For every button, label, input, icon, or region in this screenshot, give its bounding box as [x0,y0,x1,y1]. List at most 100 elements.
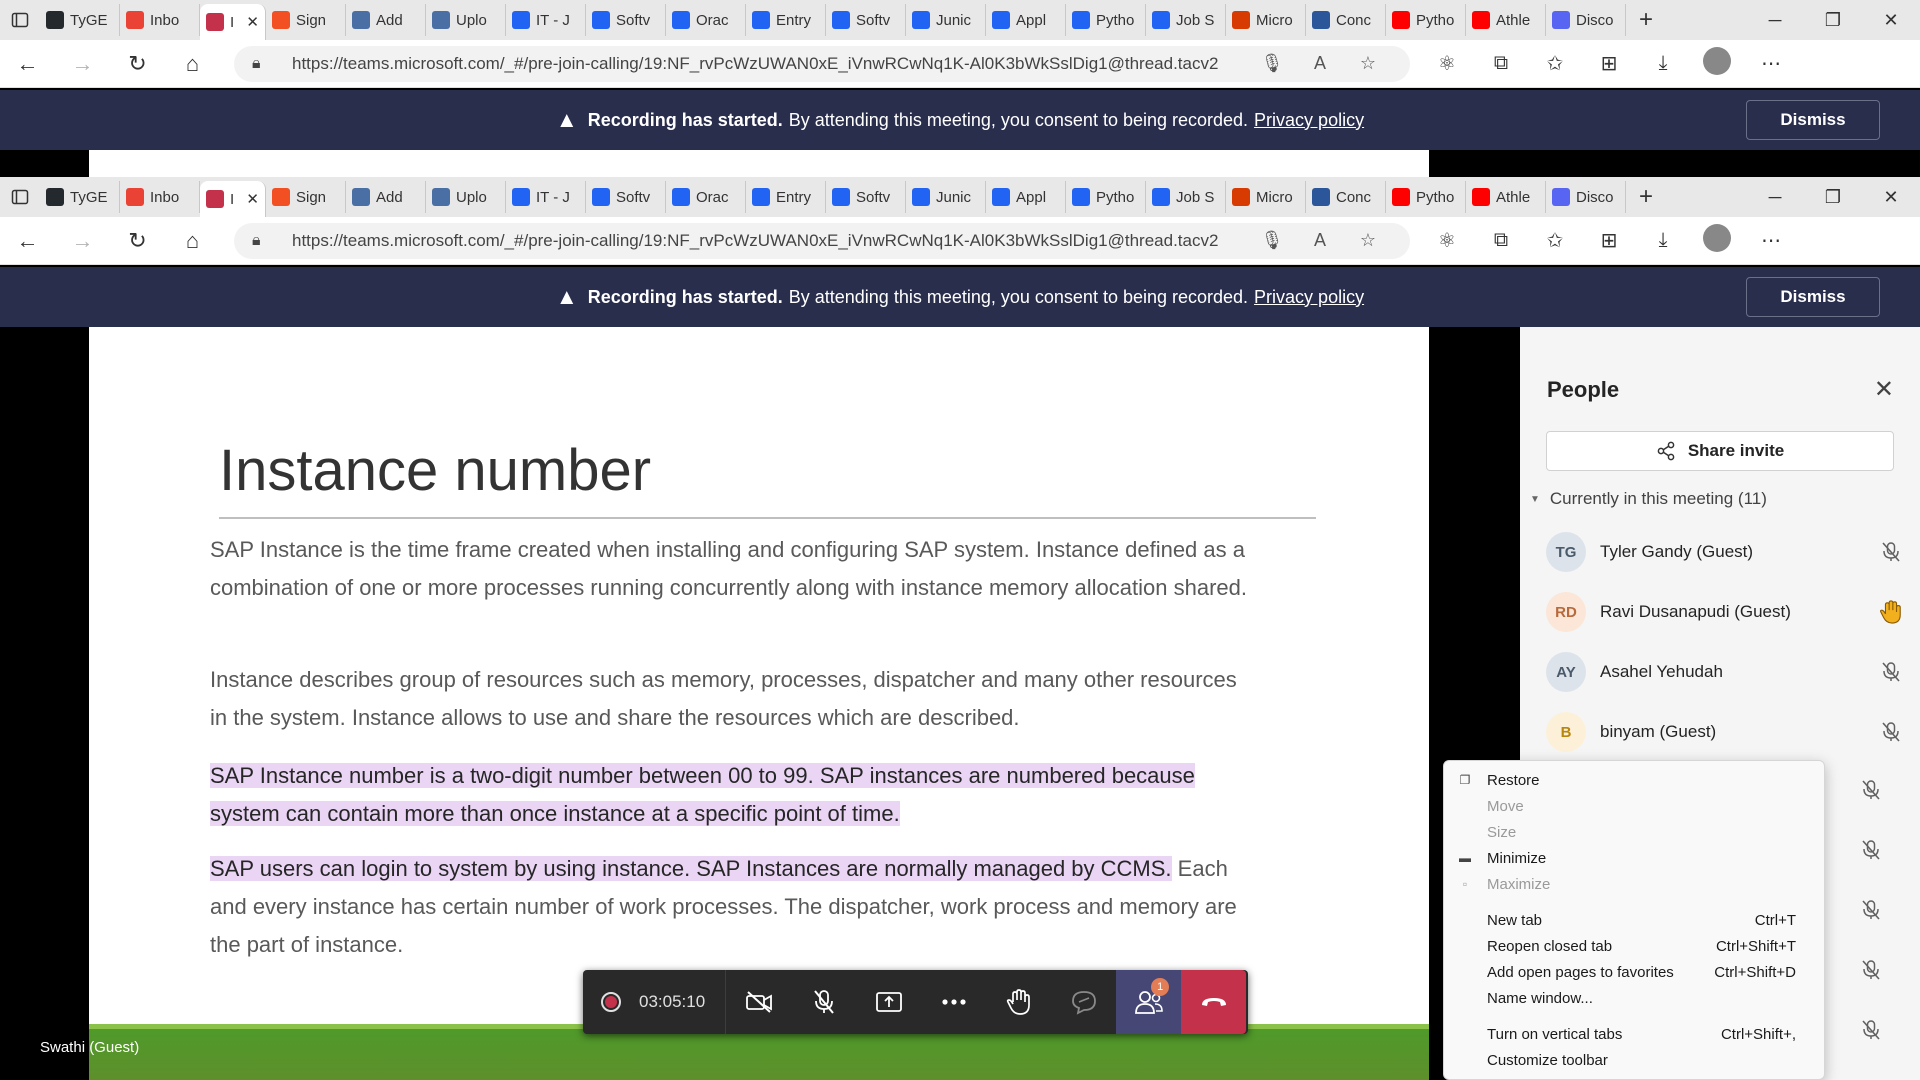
close-tab-icon[interactable]: ✕ [246,190,259,208]
browser-tab[interactable]: Pytho [1066,4,1146,36]
forward-button[interactable]: → [55,40,110,88]
browser-tab[interactable]: I ✕ [200,181,266,217]
more-menu-icon[interactable]: ⋯ [1744,51,1798,76]
extensions-icon[interactable]: ⧉ [1474,229,1528,252]
menu-item-minimize[interactable]: ▬ Minimize [1444,845,1824,871]
back-button[interactable]: ← [0,217,55,265]
menu-item-new-tab[interactable]: New tab Ctrl+T [1444,907,1824,933]
forward-button[interactable]: → [55,217,110,265]
raise-hand-button[interactable] [986,970,1051,1034]
browser-tab[interactable]: IT - J [506,181,586,213]
more-menu-icon[interactable]: ⋯ [1744,228,1798,253]
participant-row[interactable]: B binyam (Guest) [1546,710,1906,754]
url-field[interactable]: 🔒︎ https://teams.microsoft.com/_#/pre-jo… [234,222,1410,259]
extensions-icon[interactable]: ⧉ [1474,52,1528,75]
menu-item-vertical-tabs[interactable]: Turn on vertical tabs Ctrl+Shift+, [1444,1021,1824,1047]
menu-item-customize-toolbar[interactable]: Customize toolbar [1444,1047,1824,1073]
participants-section-header[interactable]: ▼ Currently in this meeting (11) [1530,489,1767,509]
browser-tab[interactable]: I ✕ [200,4,266,40]
read-aloud-icon[interactable]: A [1296,230,1344,251]
browser-tab[interactable]: Inbo [120,4,200,36]
collections-icon[interactable]: ⊞ [1582,228,1636,253]
downloads-icon[interactable]: ⤓ [1636,52,1690,75]
menu-item-name-window[interactable]: Name window... [1444,985,1824,1011]
react-devtools-icon[interactable]: ⚛ [1420,51,1474,76]
browser-tab[interactable]: Junic [906,181,986,213]
camera-toggle-button[interactable] [726,970,791,1034]
refresh-button[interactable]: ↻ [110,217,165,265]
browser-tab[interactable]: Sign [266,181,346,213]
browser-tab[interactable]: Pytho [1386,4,1466,36]
browser-tab[interactable]: Athle [1466,4,1546,36]
privacy-policy-link[interactable]: Privacy policy [1254,287,1364,308]
participant-row[interactable]: TG Tyler Gandy (Guest) [1546,530,1906,574]
browser-tab[interactable]: Inbo [120,181,200,213]
share-invite-button[interactable]: Share invite [1546,431,1894,471]
privacy-policy-link[interactable]: Privacy policy [1254,110,1364,131]
maximize-window-button[interactable]: ❐ [1804,177,1862,217]
browser-tab[interactable]: Softv [826,181,906,213]
browser-tab[interactable]: Junic [906,4,986,36]
profile-avatar[interactable] [1690,46,1744,81]
dismiss-button[interactable]: Dismiss [1746,277,1880,317]
browser-tab[interactable]: Micro [1226,181,1306,213]
tab-actions-button[interactable] [0,177,40,217]
browser-tab[interactable]: Disco [1546,4,1626,36]
add-favorite-icon[interactable]: ☆ [1344,53,1392,74]
minimize-window-button[interactable]: ─ [1746,0,1804,40]
browser-tab[interactable]: Softv [586,181,666,213]
favorites-icon[interactable]: ✩ [1528,51,1582,76]
back-button[interactable]: ← [0,40,55,88]
browser-tab[interactable]: Pytho [1066,181,1146,213]
new-tab-button[interactable]: + [1626,6,1666,34]
chat-button[interactable] [1051,970,1116,1034]
close-window-button[interactable]: ✕ [1862,0,1920,40]
browser-tab[interactable]: Micro [1226,4,1306,36]
favorites-icon[interactable]: ✩ [1528,228,1582,253]
leave-call-button[interactable] [1181,970,1247,1034]
browser-tab[interactable]: Conc [1306,4,1386,36]
browser-tab[interactable]: IT - J [506,4,586,36]
browser-tab[interactable]: Add [346,181,426,213]
share-screen-button[interactable] [856,970,921,1034]
browser-tab[interactable]: Pytho [1386,181,1466,213]
browser-tab[interactable]: Orac [666,4,746,36]
tab-actions-button[interactable] [0,0,40,40]
browser-tab[interactable]: Add [346,4,426,36]
browser-tab[interactable]: Entry [746,181,826,213]
browser-tab[interactable]: TyGE [40,4,120,36]
close-window-button[interactable]: ✕ [1862,177,1920,217]
participant-row[interactable]: RD Ravi Dusanapudi (Guest) [1546,590,1906,634]
browser-tab[interactable]: Sign [266,4,346,36]
close-icon[interactable]: ✕ [1874,375,1894,404]
add-favorite-icon[interactable]: ☆ [1344,230,1392,251]
downloads-icon[interactable]: ⤓ [1636,229,1690,252]
menu-item-restore[interactable]: ❐ Restore [1444,767,1824,793]
participant-row[interactable]: AY Asahel Yehudah [1546,650,1906,694]
browser-tab[interactable]: Orac [666,181,746,213]
new-tab-button[interactable]: + [1626,183,1666,211]
home-button[interactable]: ⌂ [165,40,220,88]
browser-tab[interactable]: Entry [746,4,826,36]
menu-item-add-to-favorites[interactable]: Add open pages to favorites Ctrl+Shift+D [1444,959,1824,985]
microphone-icon[interactable]: 🎙︎ [1248,53,1296,74]
browser-tab[interactable]: Job S [1146,4,1226,36]
browser-tab[interactable]: Appl [986,181,1066,213]
browser-tab[interactable]: Disco [1546,181,1626,213]
refresh-button[interactable]: ↻ [110,40,165,88]
browser-tab[interactable]: Conc [1306,181,1386,213]
read-aloud-icon[interactable]: A [1296,53,1344,74]
collections-icon[interactable]: ⊞ [1582,51,1636,76]
mic-toggle-button[interactable] [791,970,856,1034]
microphone-icon[interactable]: 🎙︎ [1248,230,1296,251]
people-button[interactable]: 1 [1116,970,1182,1034]
dismiss-button[interactable]: Dismiss [1746,100,1880,140]
browser-tab[interactable]: Softv [826,4,906,36]
browser-tab[interactable]: TyGE [40,181,120,213]
maximize-window-button[interactable]: ❐ [1804,0,1862,40]
browser-tab[interactable]: Job S [1146,181,1226,213]
react-devtools-icon[interactable]: ⚛ [1420,228,1474,253]
close-tab-icon[interactable]: ✕ [246,13,259,31]
url-field[interactable]: 🔒︎ https://teams.microsoft.com/_#/pre-jo… [234,45,1410,82]
home-button[interactable]: ⌂ [165,217,220,265]
